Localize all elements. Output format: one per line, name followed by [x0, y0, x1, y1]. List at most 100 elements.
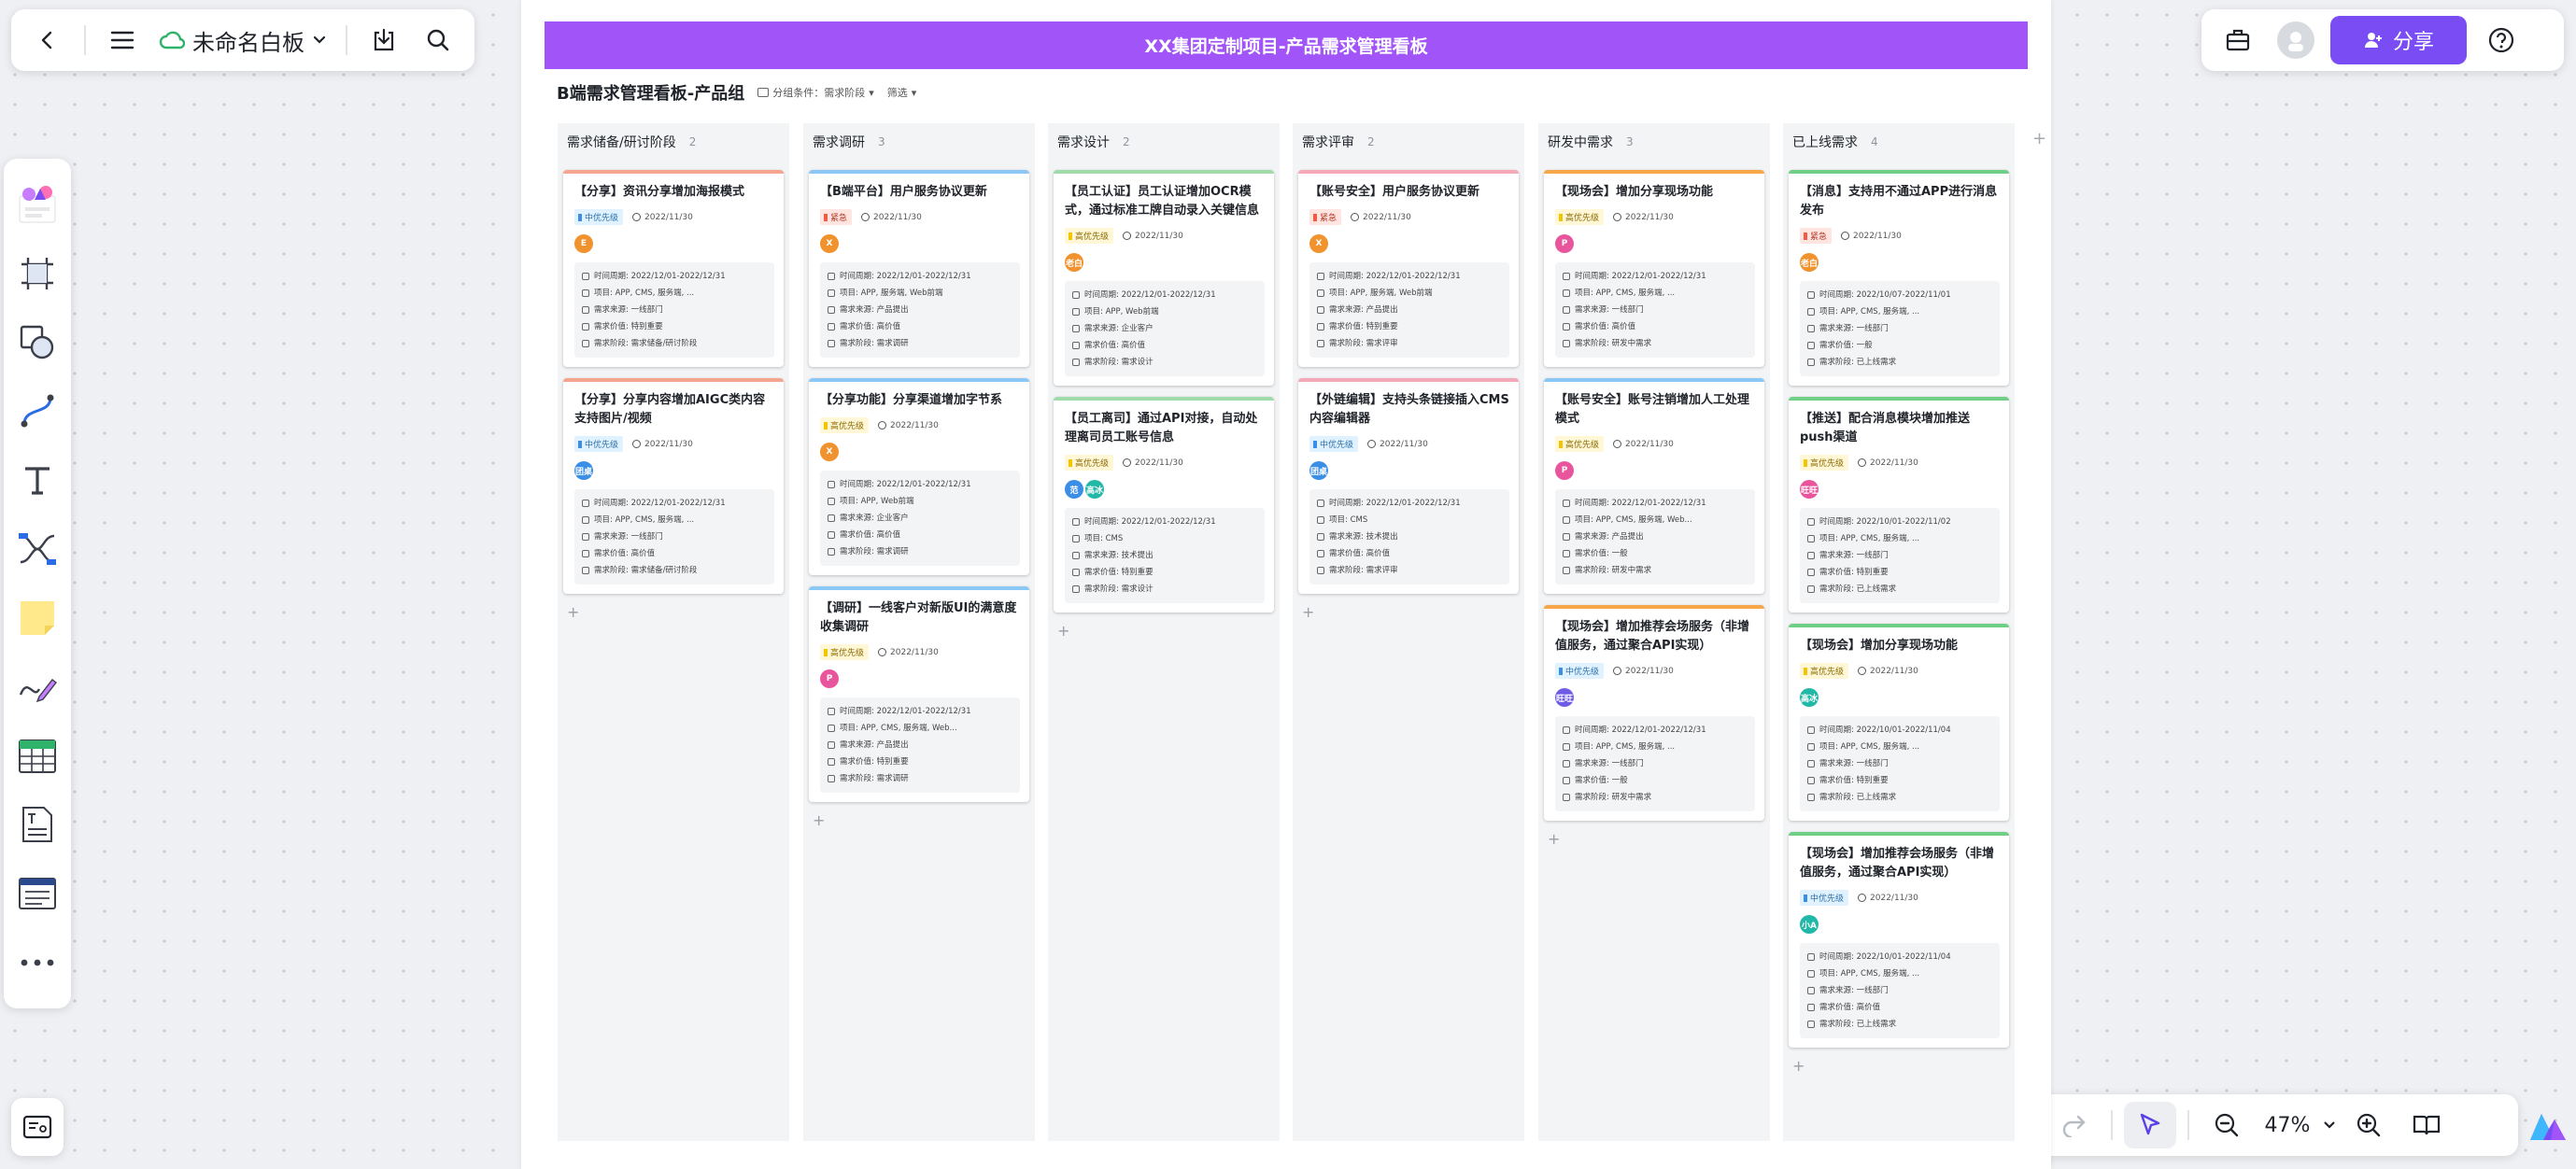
avatar[interactable]: 老白 — [1065, 253, 1083, 272]
detail-text: 需求价值: 一般 — [1819, 341, 1873, 350]
due-date: 2022/11/30 — [861, 213, 922, 222]
requirement-card[interactable]: 【分享】分享内容增加AIGC类内容支持图片/视频 中优先级 2022/11/30 团桌… — [563, 378, 784, 594]
avatar[interactable]: 老白 — [1800, 253, 1819, 272]
more-icon[interactable] — [9, 928, 65, 997]
frame-icon[interactable] — [9, 239, 65, 308]
avatar[interactable]: 团桌 — [1309, 461, 1328, 480]
field-icon — [1563, 516, 1570, 524]
redo-icon[interactable] — [2047, 1102, 2100, 1148]
book-icon[interactable] — [2400, 1102, 2453, 1148]
zoom-out-icon[interactable] — [2201, 1102, 2253, 1148]
assignees: X — [1309, 234, 1509, 253]
requirement-card[interactable]: 【员工离司】通过API对接，自动处理离司员工账号信息 高优先级 2022/11/30… — [1054, 397, 1274, 613]
detail-row: 需求价值: 一般 — [1563, 545, 1748, 562]
detail-row: 需求来源: 技术提出 — [1072, 547, 1257, 564]
template-icon[interactable] — [9, 170, 65, 239]
avatar[interactable]: P — [1555, 461, 1574, 480]
zoom-level[interactable]: 47% — [2258, 1114, 2316, 1137]
card-tags: 紧急 2022/11/30 — [1309, 209, 1509, 225]
requirement-card[interactable]: 【员工认证】员工认证增加OCR模式，通过标准工牌自动录入关键信息 高优先级 2022… — [1054, 170, 1274, 386]
list-icon[interactable] — [9, 859, 65, 928]
requirement-card[interactable]: 【消息】支持用不通过APP进行消息发布 紧急 2022/11/30 老白 时间周期: 2… — [1789, 170, 2009, 386]
table-icon[interactable] — [9, 722, 65, 791]
add-card-button[interactable]: + — [1057, 622, 1069, 640]
zoom-in-icon[interactable] — [2342, 1102, 2395, 1148]
due-date-text: 2022/11/30 — [890, 647, 939, 657]
avatar[interactable]: 高冰 — [1800, 688, 1819, 707]
add-card-button[interactable]: + — [1792, 1057, 1805, 1075]
detail-text: 需求阶段: 需求调研 — [840, 774, 909, 783]
avatar[interactable]: X — [1309, 234, 1328, 253]
requirement-card[interactable]: 【外链编辑】支持头条链接插入CMS内容编辑器 中优先级 2022/11/30 团桌 时间… — [1298, 378, 1519, 594]
requirement-card[interactable]: 【分享功能】分享渠道增加字节系 高优先级 2022/11/30 X 时间周期: 2022… — [809, 378, 1029, 575]
sticky-note-icon[interactable] — [9, 584, 65, 653]
priority-tag: 高优先级 — [1800, 455, 1849, 471]
download-icon[interactable] — [361, 17, 407, 63]
avatar[interactable]: 小A — [1800, 915, 1819, 934]
add-card-button[interactable]: + — [813, 811, 825, 829]
filter-chip[interactable]: 筛选 ▾ — [887, 85, 917, 100]
due-date-text: 2022/11/30 — [1870, 893, 1918, 903]
avatar[interactable]: 范 — [1065, 480, 1083, 499]
menu-icon[interactable] — [99, 17, 146, 63]
avatar[interactable]: 旺旺 — [1800, 480, 1819, 499]
board-title-dropdown[interactable]: 未命名白板 — [153, 24, 333, 57]
field-icon — [1807, 585, 1815, 593]
mindmap-icon[interactable] — [9, 514, 65, 584]
minimap-icon[interactable] — [11, 1098, 64, 1156]
back-icon[interactable] — [24, 17, 71, 63]
detail-row: 项目: APP, CMS, 服务端, ... — [1563, 285, 1748, 302]
requirement-card[interactable]: 【现场会】增加推荐会场服务（非增值服务，通过聚合API实现） 中优先级 2022/1… — [1789, 832, 2009, 1048]
detail-text: 需求来源: 技术提出 — [1329, 532, 1398, 542]
pointer-icon[interactable] — [2124, 1102, 2176, 1148]
briefcase-icon[interactable] — [2215, 17, 2261, 63]
requirement-card[interactable]: 【推送】配合消息模块增加推送push渠道 高优先级 2022/11/30 旺旺 时间周期… — [1789, 397, 2009, 613]
add-card-button[interactable]: + — [1548, 830, 1560, 848]
document-icon[interactable] — [9, 790, 65, 859]
detail-row: 需求阶段: 需求设计 — [1072, 581, 1257, 598]
detail-row: 项目: CMS — [1072, 530, 1257, 547]
priority-tag: 紧急 — [820, 209, 853, 225]
group-by-chip[interactable]: 分组条件：需求阶段 ▾ — [757, 85, 874, 100]
text-icon[interactable] — [9, 445, 65, 514]
avatar[interactable]: P — [1555, 234, 1574, 253]
requirement-card[interactable]: 【现场会】增加分享现场功能 高优先级 2022/11/30 P 时间周期: 2022/1… — [1544, 170, 1764, 367]
card-title: 【分享功能】分享渠道增加字节系 — [820, 393, 1003, 407]
field-icon — [1807, 552, 1815, 559]
share-button[interactable]: 分享 — [2330, 16, 2467, 64]
avatar[interactable]: X — [820, 234, 839, 253]
due-date-text: 2022/11/30 — [890, 420, 939, 430]
avatar[interactable]: E — [574, 234, 593, 253]
avatar[interactable]: X — [820, 443, 839, 461]
zoom-dropdown-icon[interactable] — [2322, 1120, 2337, 1131]
avatar[interactable]: 高冰 — [1085, 480, 1104, 499]
add-card-button[interactable]: + — [1302, 603, 1314, 621]
search-icon[interactable] — [415, 17, 461, 63]
card-tags: 高优先级 2022/11/30 — [1065, 455, 1265, 471]
requirement-card[interactable]: 【B端平台】用户服务协议更新 紧急 2022/11/30 X 时间周期: 2022/12… — [809, 170, 1029, 367]
field-icon — [1807, 953, 1815, 961]
connector-icon[interactable] — [9, 376, 65, 445]
pen-icon[interactable] — [9, 653, 65, 722]
field-icon — [1807, 743, 1815, 751]
requirement-card[interactable]: 【调研】一线客户对新版UI的满意度收集调研 高优先级 2022/11/30 P 时间周期… — [809, 586, 1029, 802]
shape-icon[interactable] — [9, 308, 65, 377]
avatar[interactable]: 团桌 — [574, 461, 593, 480]
user-avatar[interactable] — [2272, 17, 2319, 63]
due-date-text: 2022/11/30 — [1870, 666, 1918, 676]
field-icon — [1317, 273, 1324, 280]
app-logo-icon[interactable] — [2527, 1098, 2569, 1154]
requirement-card[interactable]: 【账号安全】用户服务协议更新 紧急 2022/11/30 X 时间周期: 2022/12… — [1298, 170, 1519, 367]
avatar[interactable]: P — [820, 669, 839, 688]
flag-icon — [824, 648, 828, 656]
add-column-button[interactable]: + — [2032, 129, 2046, 148]
help-icon[interactable] — [2478, 17, 2525, 63]
requirement-card[interactable]: 【账号安全】账号注销增加人工处理模式 高优先级 2022/11/30 P 时间周期: 2… — [1544, 378, 1764, 594]
requirement-card[interactable]: 【现场会】增加推荐会场服务（非增值服务，通过聚合API实现） 中优先级 2022/1… — [1544, 605, 1764, 821]
field-icon — [582, 500, 589, 507]
add-card-button[interactable]: + — [567, 603, 579, 621]
requirement-card[interactable]: 【分享】资讯分享增加海报模式 中优先级 2022/11/30 E 时间周期: 2022/… — [563, 170, 784, 367]
requirement-card[interactable]: 【现场会】增加分享现场功能 高优先级 2022/11/30 高冰 时间周期: 2022/… — [1789, 624, 2009, 821]
field-icon — [1563, 550, 1570, 557]
avatar[interactable]: 旺旺 — [1555, 688, 1574, 707]
